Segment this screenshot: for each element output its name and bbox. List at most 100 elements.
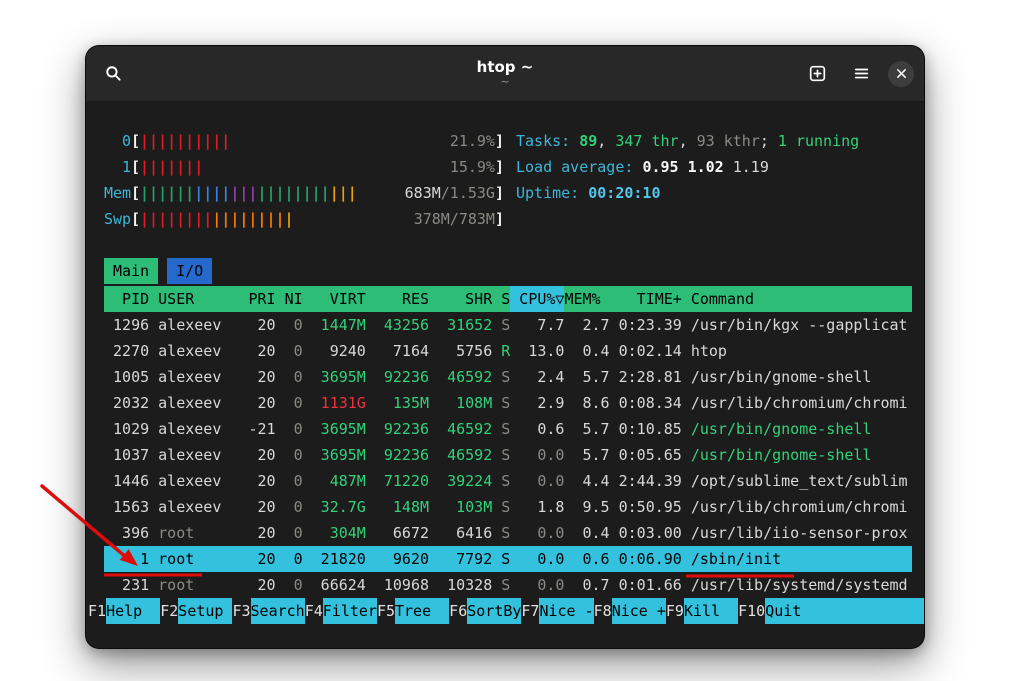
- cell-cmd: /usr/bin/gnome-shell: [682, 364, 912, 390]
- fkey-label[interactable]: Nice +: [612, 598, 666, 624]
- cell-res: 71220: [366, 468, 429, 494]
- close-button[interactable]: [888, 61, 914, 87]
- process-row[interactable]: 2270alexeev200924071645756R13.00.40:02.1…: [104, 338, 912, 364]
- meter-bar-segment: |||: [230, 184, 257, 202]
- process-row[interactable]: 396root200304M66726416S0.00.40:03.00/usr…: [104, 520, 912, 546]
- cell-shr: 39224: [429, 468, 492, 494]
- cell-cmd: /usr/lib/chromium/chromi: [682, 494, 912, 520]
- process-row[interactable]: 1005alexeev2003695M9223646592S2.45.72:28…: [104, 364, 912, 390]
- tab-io[interactable]: I/O: [167, 258, 212, 284]
- fkey-label[interactable]: Setup: [178, 598, 232, 624]
- process-row[interactable]: 1029alexeev-2103695M9223646592S0.65.70:1…: [104, 416, 912, 442]
- fkey-label[interactable]: Search: [251, 598, 305, 624]
- column-header-res[interactable]: RES: [366, 286, 429, 312]
- process-row[interactable]: 1563alexeev20032.7G148M103MS1.89.50:50.9…: [104, 494, 912, 520]
- cell-s: S: [492, 546, 510, 572]
- search-button[interactable]: [96, 57, 130, 91]
- cell-cpu: 0.0: [510, 520, 564, 546]
- cell-pid: 1296: [104, 312, 149, 338]
- fkey-label[interactable]: Kill: [684, 598, 738, 624]
- fkey-key[interactable]: F6: [449, 598, 467, 624]
- column-header-cpu[interactable]: CPU%▽: [510, 286, 564, 312]
- cell-user: root: [149, 520, 239, 546]
- cell-res: 7164: [366, 338, 429, 364]
- info-text: ;: [760, 132, 778, 150]
- fkey-key[interactable]: F4: [305, 598, 323, 624]
- meter-value-text: 21.9%: [450, 132, 495, 150]
- column-header-mem[interactable]: MEM%: [564, 286, 609, 312]
- column-header-time[interactable]: TIME+: [610, 286, 682, 312]
- meter-bar-segment: |||: [330, 184, 357, 202]
- fkey-key[interactable]: F5: [377, 598, 395, 624]
- meter-mem: Mem[||||||||||||||||||||||||683M/1.53G]: [104, 180, 504, 206]
- fkey-key[interactable]: F7: [521, 598, 539, 624]
- cell-pri: 20: [239, 572, 275, 598]
- info-text: 1 running: [778, 132, 859, 150]
- system-info: Tasks: 89, 347 thr, 93 kthr; 1 runningLo…: [516, 128, 859, 232]
- cell-mem: 4.4: [564, 468, 609, 494]
- fkey-key[interactable]: F3: [232, 598, 250, 624]
- cell-ni: 0: [276, 572, 303, 598]
- fkey-label[interactable]: Nice -: [539, 598, 593, 624]
- meter-bar: ||||||| 15.9%: [140, 154, 495, 180]
- process-row[interactable]: 1037alexeev2003695M9223646592S0.05.70:05…: [104, 442, 912, 468]
- search-icon: [105, 65, 122, 82]
- cell-s: S: [492, 442, 510, 468]
- cell-ni: 0: [276, 416, 303, 442]
- cell-cpu: 0.0: [510, 546, 564, 572]
- meter-value: 15.9%: [450, 154, 495, 180]
- column-header-pri[interactable]: PRI: [239, 286, 275, 312]
- fkey-key[interactable]: F10: [738, 598, 765, 624]
- cell-res: 92236: [366, 442, 429, 468]
- fkey-label[interactable]: Filter: [323, 598, 377, 624]
- cell-pid: 2032: [104, 390, 149, 416]
- cell-shr: 46592: [429, 442, 492, 468]
- fkey-label[interactable]: Quit: [765, 598, 924, 624]
- info-text: Tasks:: [516, 132, 579, 150]
- cell-s: S: [492, 312, 510, 338]
- cell-pri: 20: [239, 546, 275, 572]
- cell-virt: 3695M: [303, 364, 366, 390]
- process-row[interactable]: 1root2002182096207792S0.00.60:06.90/sbin…: [104, 546, 912, 572]
- fkey-label[interactable]: SortBy: [467, 598, 521, 624]
- column-header-virt[interactable]: VIRT: [303, 286, 366, 312]
- meter-value: 378M/783M: [414, 206, 495, 232]
- column-header-cmd[interactable]: Command: [682, 286, 912, 312]
- column-header-pid[interactable]: PID: [104, 286, 149, 312]
- menu-button[interactable]: [844, 57, 878, 91]
- column-header-ni[interactable]: NI: [276, 286, 303, 312]
- info-text: 89: [579, 132, 597, 150]
- cell-ni: 0: [276, 390, 303, 416]
- cell-shr: 46592: [429, 416, 492, 442]
- process-row[interactable]: 2032alexeev2001131G135M108MS2.98.60:08.3…: [104, 390, 912, 416]
- cell-user: alexeev: [149, 494, 239, 520]
- headerbar-controls: [800, 57, 914, 91]
- cell-ni: 0: [276, 546, 303, 572]
- fkey-key[interactable]: F2: [160, 598, 178, 624]
- cell-s: S: [492, 468, 510, 494]
- process-row[interactable]: 1296alexeev2001447M4325631652S7.72.70:23…: [104, 312, 912, 338]
- column-header-shr[interactable]: SHR: [429, 286, 492, 312]
- new-tab-button[interactable]: [800, 57, 834, 91]
- cell-cmd: /usr/lib/systemd/systemd: [682, 572, 912, 598]
- meter-bar: ||||||||||21.9%: [140, 128, 495, 154]
- cell-pri: 20: [239, 390, 275, 416]
- meter-bar-segment: |||||||: [140, 158, 203, 176]
- fkey-label[interactable]: Help: [106, 598, 160, 624]
- column-header-user[interactable]: USER: [149, 286, 239, 312]
- fkey-key[interactable]: F1: [88, 598, 106, 624]
- fkey-key[interactable]: F8: [594, 598, 612, 624]
- process-row[interactable]: 231root200666241096810328S0.00.70:01.66/…: [104, 572, 912, 598]
- tab-main[interactable]: Main: [104, 258, 158, 284]
- cell-shr: 6416: [429, 520, 492, 546]
- process-row[interactable]: 1446alexeev200487M7122039224S0.04.42:44.…: [104, 468, 912, 494]
- column-header-s[interactable]: S: [492, 286, 510, 312]
- fkey-label[interactable]: Tree: [395, 598, 449, 624]
- terminal: 0[||||||||||21.9%]1[|||||||15.9%]Mem[|||…: [86, 102, 924, 640]
- cell-mem: 0.7: [564, 572, 609, 598]
- cell-shr: 7792: [429, 546, 492, 572]
- fkey-key[interactable]: F9: [666, 598, 684, 624]
- cell-user: alexeev: [149, 364, 239, 390]
- cell-user: root: [149, 572, 239, 598]
- cell-time: 0:06.90: [610, 546, 682, 572]
